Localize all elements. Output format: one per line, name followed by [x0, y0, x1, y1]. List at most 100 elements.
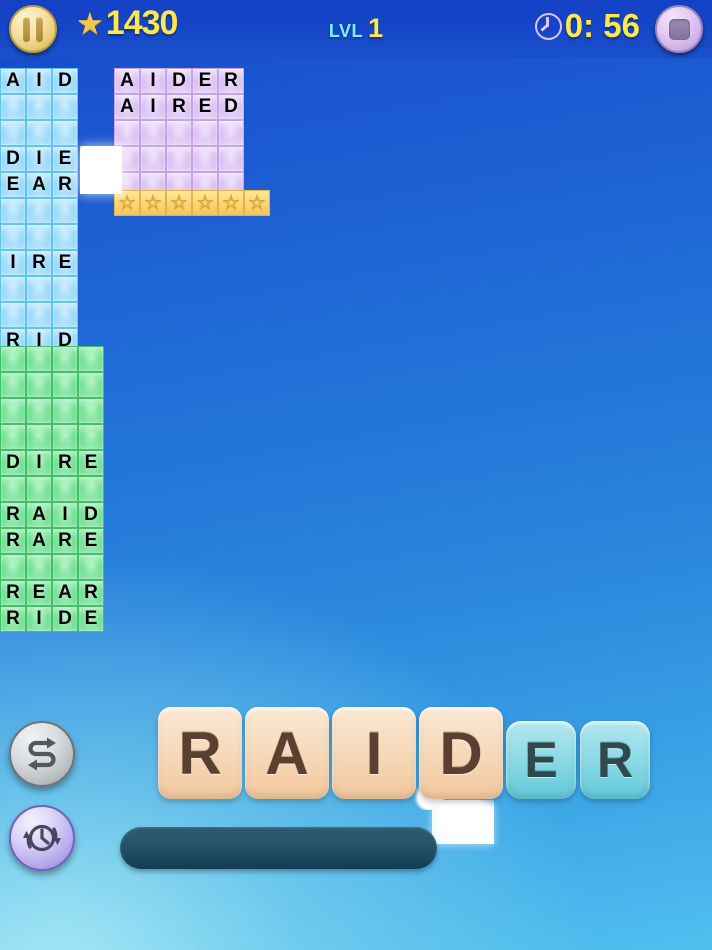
board-cell: I	[140, 68, 166, 94]
clock-icon	[534, 12, 562, 40]
board-cell: A	[26, 502, 52, 528]
board-cell	[26, 198, 52, 224]
board-cell: I	[26, 450, 52, 476]
bonus-star-cell: ☆	[114, 190, 140, 216]
board-cell: I	[52, 502, 78, 528]
rack-tile[interactable]: R	[158, 707, 242, 799]
board-cell	[0, 424, 26, 450]
board-cell	[78, 398, 104, 424]
board-cell	[52, 198, 78, 224]
board-cell	[0, 302, 26, 328]
star-icon: ☆	[196, 192, 214, 214]
board-cell	[52, 346, 78, 372]
board-cell: R	[52, 450, 78, 476]
board-cell	[114, 146, 140, 172]
board-cell: R	[0, 502, 26, 528]
board-cell: R	[52, 172, 78, 198]
board-cell: D	[166, 68, 192, 94]
board-cell	[0, 476, 26, 502]
board-cell: D	[52, 68, 78, 94]
timer-value: 0: 56	[564, 7, 640, 44]
star-icon: ☆	[118, 192, 136, 214]
board-cell: A	[0, 68, 26, 94]
board-cell: A	[26, 528, 52, 554]
board-cell: A	[114, 94, 140, 120]
extra-time-button[interactable]	[9, 805, 75, 871]
board-cell	[52, 398, 78, 424]
bonus-star-cell: ☆	[140, 190, 166, 216]
level-label: LVL	[328, 21, 364, 41]
board-cell: R	[52, 528, 78, 554]
three-letter-board: AIDDIEEARIRERID	[0, 68, 78, 354]
stop-icon	[668, 18, 690, 40]
board-cell: A	[52, 580, 78, 606]
board-cell	[140, 146, 166, 172]
board-cell	[52, 554, 78, 580]
board-cell: E	[192, 94, 218, 120]
board-cell: D	[0, 450, 26, 476]
word-input-bar[interactable]	[120, 827, 437, 869]
shuffle-button[interactable]	[9, 721, 75, 787]
board-cell	[26, 120, 52, 146]
rack-tile[interactable]: E	[506, 721, 576, 799]
extra-time-icon	[23, 824, 61, 852]
board-cell	[26, 424, 52, 450]
timer-display: 0: 56	[534, 7, 640, 45]
board-cell	[26, 372, 52, 398]
bonus-star-row: ☆ ☆ ☆ ☆ ☆ ☆	[114, 190, 270, 216]
level-value: 1	[368, 13, 384, 43]
star-icon: ☆	[144, 192, 162, 214]
board-cell	[0, 94, 26, 120]
rack-tile[interactable]: A	[245, 707, 329, 799]
board-cell	[78, 346, 104, 372]
board-cell	[52, 372, 78, 398]
board-cell	[166, 120, 192, 146]
board-cell	[52, 276, 78, 302]
letter-rack: RAIDER	[158, 707, 654, 799]
five-letter-board: AIDERAIRED	[114, 68, 244, 198]
board-cell	[26, 476, 52, 502]
bonus-star-cell: ☆	[218, 190, 244, 216]
four-letter-board: DIRERAIDRAREREARRIDE	[0, 346, 104, 632]
board-cell	[140, 120, 166, 146]
board-cell: I	[140, 94, 166, 120]
board-cell	[78, 424, 104, 450]
stop-button[interactable]	[655, 5, 703, 53]
board-cell: R	[0, 606, 26, 632]
board-cell: D	[0, 146, 26, 172]
rack-tile[interactable]: D	[419, 707, 503, 799]
board-cell	[0, 398, 26, 424]
board-cell: D	[78, 502, 104, 528]
board-cell	[0, 554, 26, 580]
board-cell: E	[78, 606, 104, 632]
board-cell	[26, 398, 52, 424]
board-cell: D	[218, 94, 244, 120]
bonus-star-cell: ☆	[244, 190, 270, 216]
board-cell: A	[114, 68, 140, 94]
board-cell	[52, 302, 78, 328]
board-cell: I	[26, 68, 52, 94]
board-cell	[78, 554, 104, 580]
bonus-star-cell: ☆	[192, 190, 218, 216]
bonus-star-cell: ☆	[166, 190, 192, 216]
board-cell	[0, 120, 26, 146]
star-icon: ☆	[170, 192, 188, 214]
board-cell	[0, 372, 26, 398]
board-cell	[26, 302, 52, 328]
board-cell	[218, 120, 244, 146]
board-cell	[218, 146, 244, 172]
board-cell: R	[0, 528, 26, 554]
board-cell	[0, 224, 26, 250]
board-cell: E	[78, 528, 104, 554]
board-cell: I	[26, 606, 52, 632]
rack-tile[interactable]: R	[580, 721, 650, 799]
board-cell: I	[0, 250, 26, 276]
cloud-decoration-bottom	[432, 800, 494, 844]
board-cell	[26, 554, 52, 580]
top-hud-bar: ★ 1430 LVL 1 0: 56	[0, 0, 712, 58]
rack-tile[interactable]: I	[332, 707, 416, 799]
board-cell: A	[26, 172, 52, 198]
star-icon: ☆	[248, 192, 266, 214]
board-cell	[0, 276, 26, 302]
board-cell: I	[26, 146, 52, 172]
